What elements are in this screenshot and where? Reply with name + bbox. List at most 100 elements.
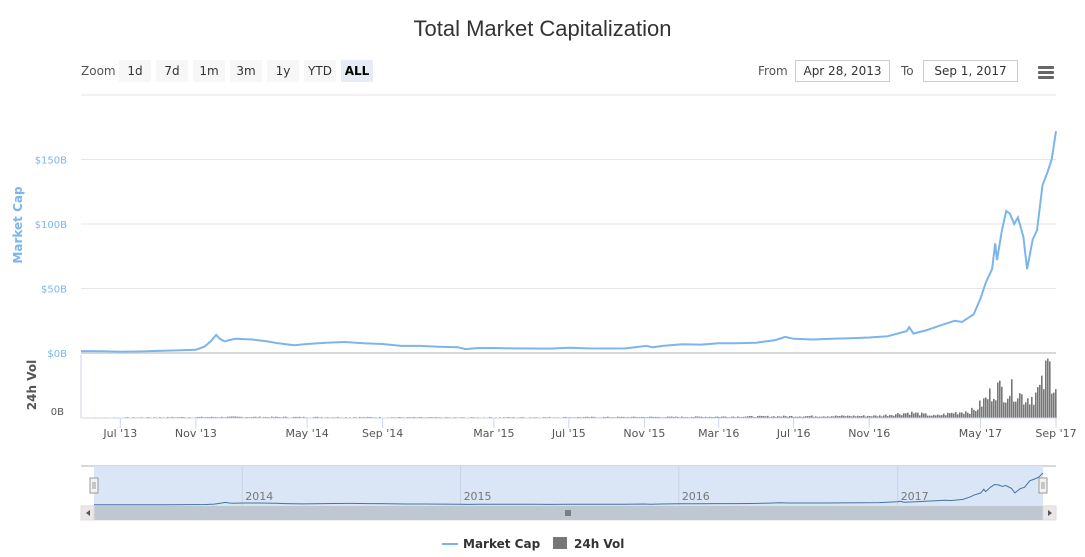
volume-bar[interactable]	[1005, 402, 1007, 418]
volume-bar[interactable]	[911, 411, 913, 418]
volume-bar[interactable]	[951, 412, 953, 418]
volume-bar[interactable]	[937, 414, 939, 418]
volume-series	[95, 358, 1057, 418]
volume-bar[interactable]	[997, 382, 999, 418]
y-axis-title-market-cap: Market Cap	[11, 186, 25, 264]
x-tick-label: Nov '15	[623, 427, 665, 440]
volume-bar[interactable]	[1001, 386, 1003, 418]
legend-item-market-cap[interactable]: Market Cap	[442, 537, 541, 551]
volume-bar[interactable]	[955, 411, 957, 418]
volume-bar[interactable]	[897, 413, 899, 418]
legend-item-24h-vol[interactable]: 24h Vol	[553, 537, 624, 551]
volume-bar[interactable]	[917, 412, 919, 418]
volume-bar[interactable]	[1039, 384, 1041, 418]
volume-bar[interactable]	[947, 412, 949, 418]
volume-bar[interactable]	[1045, 360, 1047, 418]
volume-bar[interactable]	[967, 412, 969, 418]
volume-bar[interactable]	[995, 400, 997, 418]
x-tick-label: May '17	[959, 427, 1002, 440]
volume-bar[interactable]	[1003, 402, 1005, 418]
grid-lines	[80, 94, 1056, 418]
volume-bar[interactable]	[971, 407, 973, 418]
volume-bar[interactable]	[957, 414, 959, 418]
volume-bar[interactable]	[973, 409, 975, 418]
volume-bar[interactable]	[985, 397, 987, 418]
volume-bar[interactable]	[925, 413, 927, 418]
volume-bar[interactable]	[959, 412, 961, 418]
y-tick-label: $100B	[35, 220, 67, 231]
volume-bar[interactable]	[981, 406, 983, 418]
volume-bar[interactable]	[949, 413, 951, 418]
volume-bar[interactable]	[1033, 404, 1035, 418]
chart-svg: $0B $50B $100B $150B 0B Jul '13 Nov '13 May '1…	[11, 94, 1077, 551]
volume-bar[interactable]	[1041, 375, 1043, 418]
volume-bar[interactable]	[1027, 398, 1029, 418]
volume-bar[interactable]	[903, 413, 905, 418]
volume-bar[interactable]	[953, 413, 955, 418]
volume-bar[interactable]	[989, 388, 991, 418]
volume-bar[interactable]	[987, 399, 989, 418]
y-tick-label: $50B	[41, 285, 67, 296]
volume-bar[interactable]	[1029, 404, 1031, 418]
volume-bar[interactable]	[1035, 392, 1037, 418]
volume-bar[interactable]	[1021, 394, 1023, 418]
legend: Market Cap 24h Vol	[442, 537, 624, 551]
volume-bar[interactable]	[969, 413, 971, 418]
volume-bar[interactable]	[991, 401, 993, 418]
volume-bar[interactable]	[921, 412, 923, 418]
market-cap-line[interactable]	[80, 130, 1057, 353]
volume-bar[interactable]	[1049, 361, 1051, 418]
volume-bar[interactable]	[1047, 358, 1049, 418]
volume-bar[interactable]	[1013, 401, 1015, 418]
x-tick-label: Jul '16	[776, 427, 811, 440]
volume-bar[interactable]	[1031, 396, 1033, 418]
volume-bar[interactable]	[961, 412, 963, 418]
x-tick-label: Mar '15	[473, 427, 514, 440]
y-axis-title-volume: 24h Vol	[25, 360, 39, 410]
y-tick-label: $0B	[47, 349, 67, 360]
volume-bar[interactable]	[1009, 395, 1011, 418]
volume-bar[interactable]	[913, 413, 915, 418]
volume-bar[interactable]	[923, 413, 925, 418]
volume-bar[interactable]	[983, 398, 985, 418]
volume-bar[interactable]	[1015, 401, 1017, 418]
volume-bar[interactable]	[1051, 393, 1053, 418]
navigator-left-handle[interactable]	[89, 477, 99, 494]
navigator: 2014 2015 2016 2017	[80, 465, 1057, 521]
volume-bar[interactable]	[1037, 387, 1039, 418]
volume-bar[interactable]	[1023, 404, 1025, 418]
volume-bar[interactable]	[999, 380, 1001, 418]
x-tick-label: Nov '13	[175, 427, 217, 440]
volume-bar[interactable]	[905, 413, 907, 418]
volume-bar[interactable]	[1043, 389, 1045, 418]
volume-bar[interactable]	[1053, 392, 1055, 418]
volume-bar[interactable]	[1019, 393, 1021, 418]
volume-bar[interactable]	[899, 414, 901, 418]
volume-bar[interactable]	[993, 398, 995, 418]
handle-body[interactable]	[89, 477, 99, 494]
volume-bar[interactable]	[915, 412, 917, 418]
volume-bar[interactable]	[907, 412, 909, 418]
x-tick-label: Mar '16	[698, 427, 739, 440]
volume-bar[interactable]	[895, 414, 897, 418]
legend-label: Market Cap	[463, 537, 541, 551]
volume-bar[interactable]	[977, 409, 979, 418]
volume-bar[interactable]	[1011, 379, 1013, 418]
y-tick-label: $150B	[35, 156, 67, 167]
navigator-right-handle[interactable]	[1038, 477, 1048, 494]
volume-bar[interactable]	[1017, 398, 1019, 418]
y-tick-label-volume: 0B	[51, 407, 64, 418]
x-tick-label: Nov '16	[848, 427, 890, 440]
volume-bar[interactable]	[885, 414, 887, 418]
volume-bar[interactable]	[943, 413, 945, 418]
volume-bar[interactable]	[965, 411, 967, 418]
x-tick-label: Sep '14	[362, 427, 403, 440]
handle-body[interactable]	[1038, 477, 1048, 494]
volume-bar[interactable]	[979, 400, 981, 418]
volume-bar[interactable]	[963, 413, 965, 418]
volume-bar[interactable]	[1007, 398, 1009, 418]
x-axis: Jul '13 Nov '13 May '14 Sep '14 Mar '15 Jul '…	[81, 417, 1077, 440]
volume-bar[interactable]	[975, 411, 977, 418]
volume-bar[interactable]	[1025, 402, 1027, 418]
volume-bar[interactable]	[1055, 389, 1057, 418]
